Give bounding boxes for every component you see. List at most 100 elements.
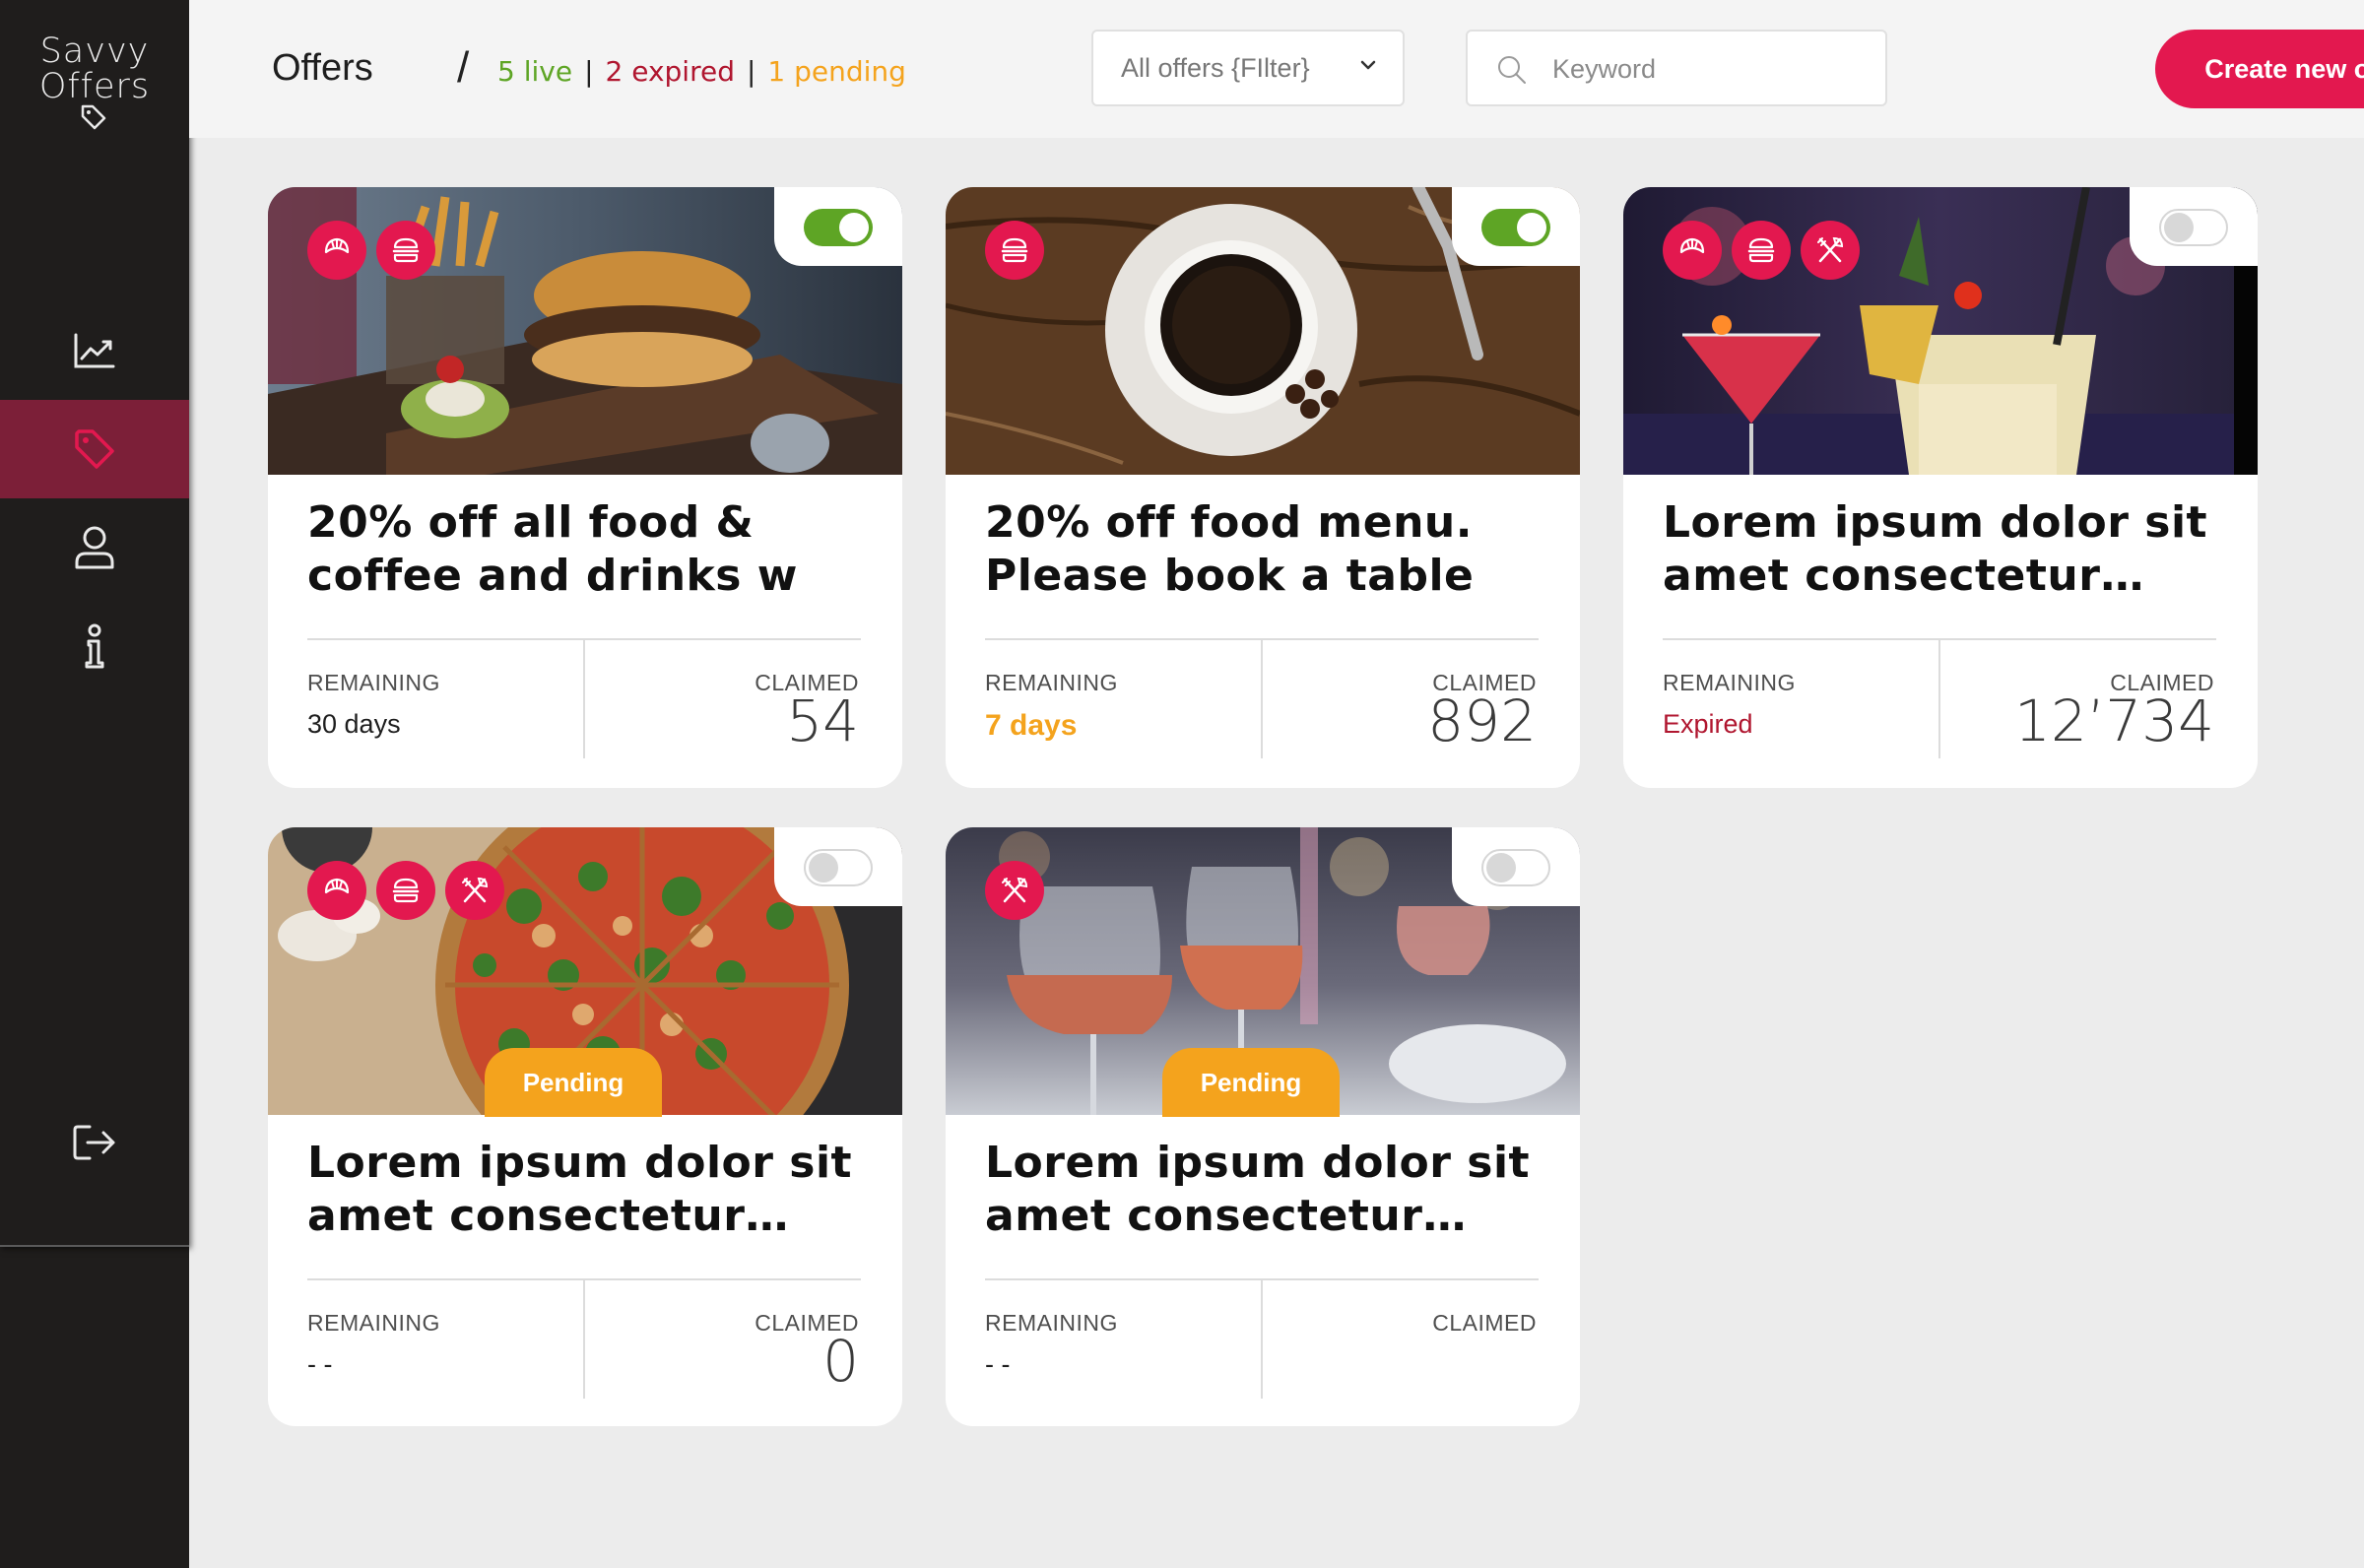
offer-active-toggle[interactable] bbox=[804, 849, 873, 886]
nav-item-info[interactable] bbox=[0, 597, 189, 695]
nav-item-offers[interactable] bbox=[0, 400, 189, 498]
toggle-knob bbox=[1517, 213, 1546, 242]
remaining-label: REMAINING bbox=[1663, 670, 1796, 695]
offer-title: 20% off all food & coffee and drinks w bbox=[307, 496, 869, 603]
claimed-count: 0 bbox=[822, 1328, 859, 1395]
remaining-value: - - bbox=[985, 1349, 1011, 1379]
offer-card[interactable]: 20% off all food & coffee and drinks w R… bbox=[268, 187, 902, 788]
card-vertical-divider bbox=[1261, 1280, 1263, 1399]
brand-tag-icon bbox=[81, 104, 106, 130]
offer-title-line: Lorem ipsum dolor sit bbox=[307, 1138, 853, 1188]
title-separator: / bbox=[457, 43, 470, 92]
user-icon bbox=[75, 526, 114, 569]
offer-card[interactable]: Lorem ipsum dolor sit amet consectetur… … bbox=[1623, 187, 2258, 788]
search-input[interactable] bbox=[1550, 43, 1870, 95]
category-food-badge[interactable] bbox=[1732, 221, 1791, 280]
toggle-container bbox=[1452, 187, 1580, 266]
offer-card[interactable]: 20% off food menu. Please book a table R… bbox=[946, 187, 1580, 788]
category-badges bbox=[985, 221, 1044, 280]
search-box[interactable] bbox=[1466, 30, 1887, 106]
cutlery-icon bbox=[1816, 236, 1844, 263]
nav-item-analytics[interactable] bbox=[0, 301, 189, 400]
toggle-knob bbox=[809, 853, 838, 882]
offer-title: Lorem ipsum dolor sit amet consectetur… bbox=[307, 1137, 869, 1243]
card-vertical-divider bbox=[1938, 640, 1940, 758]
claimed-count: 54 bbox=[786, 687, 859, 754]
claimed-label: CLAIMED bbox=[1432, 1310, 1537, 1336]
burger-icon bbox=[392, 237, 420, 263]
burger-icon bbox=[1747, 237, 1775, 263]
offer-active-toggle[interactable] bbox=[2159, 209, 2228, 246]
nav-item-logout[interactable] bbox=[0, 1093, 189, 1192]
status-divider: | bbox=[746, 55, 756, 88]
offer-filter-dropdown[interactable]: All offers {FIlter} bbox=[1091, 30, 1405, 106]
burger-icon bbox=[392, 878, 420, 903]
offer-title: Lorem ipsum dolor sit amet consectetur… bbox=[985, 1137, 1546, 1243]
offer-title-line: 20% off food menu. bbox=[985, 497, 1473, 548]
category-badges bbox=[307, 221, 435, 280]
offer-card[interactable]: Pending Lorem ipsum dolor sit amet conse… bbox=[946, 827, 1580, 1426]
category-bakery-badge[interactable] bbox=[1663, 221, 1722, 280]
offer-status-summary: 5 live | 2 expired | 1 pending bbox=[497, 55, 906, 88]
category-restaurant-badge[interactable] bbox=[1801, 221, 1860, 280]
category-restaurant-badge[interactable] bbox=[985, 861, 1044, 920]
cutlery-icon bbox=[461, 877, 489, 903]
toggle-container bbox=[774, 187, 902, 266]
page-title: Offers bbox=[272, 47, 373, 89]
top-bar: Offers / 5 live | 2 expired | 1 pending All … bbox=[189, 0, 2364, 138]
brand-line-1: Savvy bbox=[39, 32, 150, 71]
toggle-knob bbox=[839, 213, 869, 242]
offer-title-line: 20% off all food & bbox=[307, 497, 755, 548]
offer-title-line: coffee and drinks w bbox=[307, 551, 798, 601]
card-vertical-divider bbox=[583, 640, 585, 758]
status-pending-count[interactable]: 1 pending bbox=[767, 55, 906, 88]
offer-title: 20% off food menu. Please book a table bbox=[985, 496, 1546, 603]
pending-badge: Pending bbox=[1162, 1048, 1340, 1117]
remaining-value: Expired bbox=[1663, 709, 1753, 739]
offer-title-line: amet consectetur… bbox=[985, 1191, 1467, 1241]
offer-title: Lorem ipsum dolor sit amet consectetur… bbox=[1663, 496, 2224, 603]
croissant-icon bbox=[1679, 237, 1705, 254]
nav-item-profile[interactable] bbox=[0, 498, 189, 597]
croissant-icon bbox=[324, 237, 350, 254]
logout-icon bbox=[73, 1125, 115, 1160]
toggle-container bbox=[774, 827, 902, 906]
remaining-value: 30 days bbox=[307, 709, 401, 739]
chevron-down-icon bbox=[1360, 60, 1376, 70]
remaining-label: REMAINING bbox=[985, 670, 1118, 695]
toggle-container bbox=[2130, 187, 2258, 266]
sidebar-panel: Savvy Offers bbox=[0, 0, 189, 1247]
toggle-knob bbox=[1486, 853, 1516, 882]
status-expired-count[interactable]: 2 expired bbox=[606, 55, 735, 88]
remaining-label: REMAINING bbox=[307, 670, 440, 695]
category-food-badge[interactable] bbox=[376, 861, 435, 920]
offer-active-toggle[interactable] bbox=[1481, 209, 1550, 246]
offer-active-toggle[interactable] bbox=[804, 209, 873, 246]
croissant-icon bbox=[324, 878, 350, 894]
category-badges bbox=[307, 861, 504, 920]
offer-title-line: amet consectetur… bbox=[1663, 551, 2144, 601]
pending-badge: Pending bbox=[485, 1048, 662, 1117]
category-food-badge[interactable] bbox=[985, 221, 1044, 280]
create-offer-button[interactable]: Create new offer bbox=[2155, 30, 2364, 108]
brand-line-2: Offers bbox=[38, 67, 151, 106]
category-bakery-badge[interactable] bbox=[307, 861, 366, 920]
brand-logo[interactable]: Savvy Offers bbox=[0, 33, 189, 104]
card-vertical-divider bbox=[583, 1280, 585, 1399]
chart-line-icon bbox=[74, 333, 115, 368]
category-bakery-badge[interactable] bbox=[307, 221, 366, 280]
offer-card[interactable]: Pending Lorem ipsum dolor sit amet conse… bbox=[268, 827, 902, 1426]
category-food-badge[interactable] bbox=[376, 221, 435, 280]
status-divider: | bbox=[584, 55, 594, 88]
status-live-count[interactable]: 5 live bbox=[497, 55, 572, 88]
offer-active-toggle[interactable] bbox=[1481, 849, 1550, 886]
remaining-label: REMAINING bbox=[985, 1310, 1118, 1336]
remaining-label: REMAINING bbox=[307, 1310, 440, 1336]
offer-title-line: Lorem ipsum dolor sit bbox=[1663, 497, 2208, 548]
remaining-value: - - bbox=[307, 1349, 333, 1379]
category-restaurant-badge[interactable] bbox=[445, 861, 504, 920]
offer-title-line: amet consectetur… bbox=[307, 1191, 789, 1241]
sidebar: Savvy Offers bbox=[0, 0, 189, 1568]
burger-icon bbox=[1001, 237, 1028, 263]
offer-title-line: Please book a table bbox=[985, 551, 1475, 601]
